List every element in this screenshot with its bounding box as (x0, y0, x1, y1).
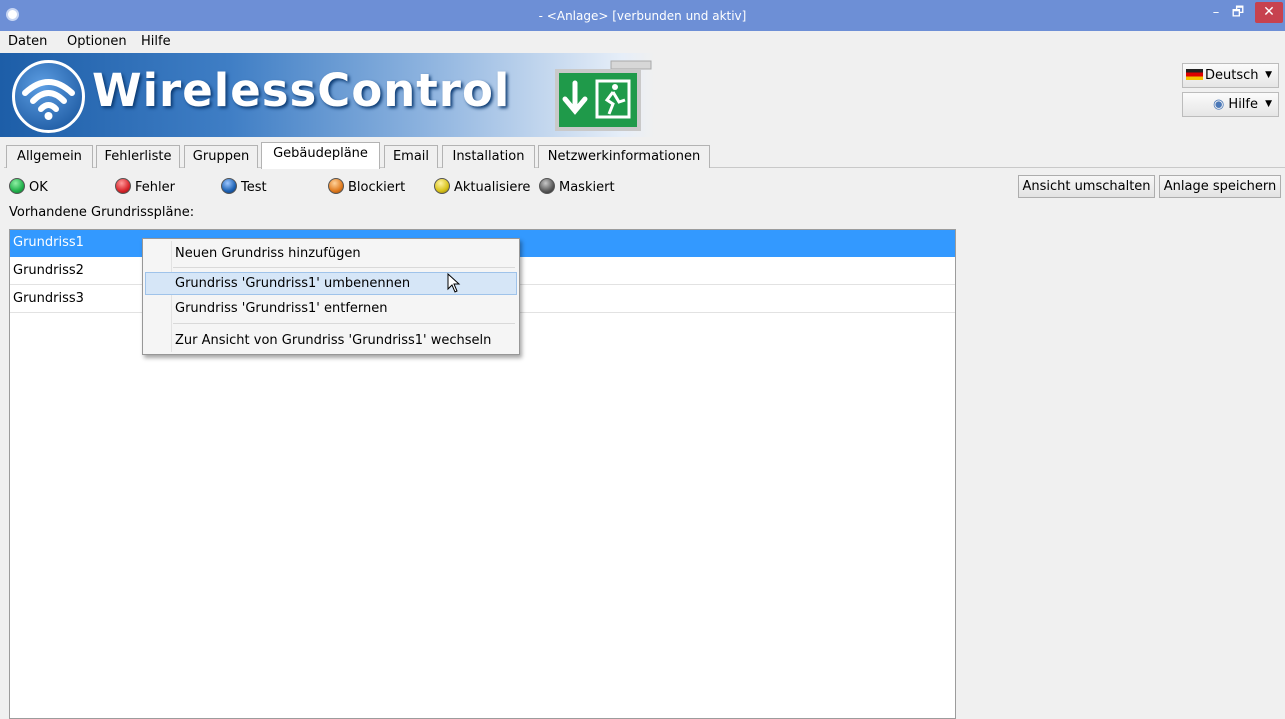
legend-fehler: Fehler (115, 178, 175, 196)
menu-hilfe[interactable]: Hilfe (141, 34, 171, 49)
close-button[interactable]: ✕ (1255, 2, 1283, 23)
status-masked-icon (539, 178, 555, 194)
legend-ok-label: OK (29, 180, 48, 195)
language-label: Deutsch (1205, 68, 1259, 83)
help-globe-icon: ◉ (1212, 97, 1225, 112)
menu-optionen[interactable]: Optionen (67, 34, 127, 49)
help-label: Hilfe (1228, 97, 1258, 112)
tab-fehlerliste[interactable]: Fehlerliste (96, 145, 180, 168)
context-menu-separator (173, 267, 515, 268)
context-menu: Neuen Grundriss hinzufügen Grundriss 'Gr… (142, 238, 520, 355)
status-blocked-icon (328, 178, 344, 194)
chevron-down-icon: ▼ (1265, 99, 1272, 109)
legend-blockiert-label: Blockiert (348, 180, 406, 195)
tab-installation[interactable]: Installation (442, 145, 535, 168)
menu-daten[interactable]: Daten (8, 34, 47, 49)
banner: WirelessControl Deutsch ▼ ◉ Hilfe ▼ (0, 53, 1285, 138)
window-title: - <Anlage> [verbunden und aktiv] (538, 9, 747, 23)
legend-maskiert: Maskiert (539, 178, 615, 196)
legend-aktualisiere: Aktualisiere (434, 178, 530, 196)
context-add-floorplan[interactable]: Neuen Grundriss hinzufügen (145, 242, 517, 265)
brand-name: WirelessControl (92, 64, 511, 117)
language-dropdown[interactable]: Deutsch ▼ (1182, 63, 1279, 88)
legend-aktualisiere-label: Aktualisiere (454, 180, 531, 195)
title-bar: - <Anlage> [verbunden und aktiv] – 🗗 ✕ (0, 0, 1285, 31)
tab-netzwerkinformationen[interactable]: Netzwerkinformationen (538, 145, 710, 168)
help-dropdown[interactable]: ◉ Hilfe ▼ (1182, 92, 1279, 117)
floor-plans-label: Vorhandene Grundrisspläne: (9, 205, 195, 220)
wifi-logo-icon (12, 60, 85, 133)
chevron-down-icon: ▼ (1265, 70, 1272, 80)
tab-gruppen[interactable]: Gruppen (184, 145, 258, 168)
context-remove-floorplan[interactable]: Grundriss 'Grundriss1' entfernen (145, 297, 517, 320)
save-plant-button[interactable]: Anlage speichern (1159, 175, 1281, 198)
legend-maskiert-label: Maskiert (559, 180, 615, 195)
tab-gebaeudeplaene[interactable]: Gebäudepläne (261, 142, 380, 169)
context-switch-view[interactable]: Zur Ansicht von Grundriss 'Grundriss1' w… (145, 329, 517, 352)
status-test-icon (221, 178, 237, 194)
tab-email[interactable]: Email (384, 145, 438, 168)
status-updating-icon (434, 178, 450, 194)
legend-blockiert: Blockiert (328, 178, 405, 196)
status-ok-icon (9, 178, 25, 194)
legend-test-label: Test (241, 180, 267, 195)
status-error-icon (115, 178, 131, 194)
legend-test: Test (221, 178, 267, 196)
minimize-button[interactable]: – (1205, 2, 1227, 23)
context-menu-separator (173, 323, 515, 324)
emergency-exit-sign-icon (555, 60, 652, 131)
german-flag-icon (1186, 69, 1203, 80)
context-rename-floorplan[interactable]: Grundriss 'Grundriss1' umbenennen (145, 272, 517, 295)
tab-allgemein[interactable]: Allgemein (6, 145, 93, 168)
mouse-cursor-icon (447, 273, 461, 293)
legend-ok: OK (9, 178, 48, 196)
toggle-view-button[interactable]: Ansicht umschalten (1018, 175, 1155, 198)
tab-bar: Allgemein Fehlerliste Gruppen Gebäudeplä… (4, 142, 1285, 169)
menu-bar: Daten Optionen Hilfe (0, 31, 1285, 53)
restore-button[interactable]: 🗗 (1227, 2, 1249, 23)
legend-fehler-label: Fehler (135, 180, 175, 195)
